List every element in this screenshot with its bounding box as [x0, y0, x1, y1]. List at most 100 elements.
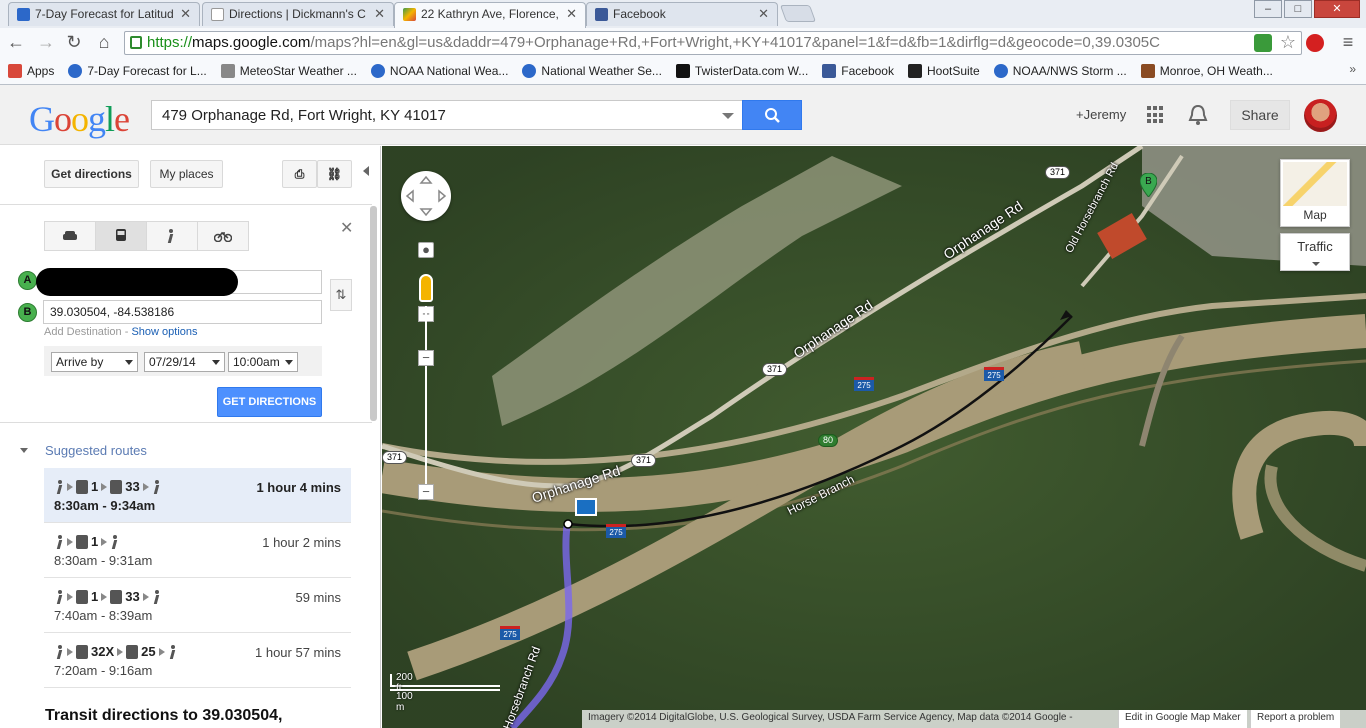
- destination-field[interactable]: 39.030504, -84.538186: [43, 300, 322, 324]
- marker-b-pin-icon[interactable]: B: [1140, 173, 1157, 197]
- bookmark-item[interactable]: National Weather Se...: [522, 64, 662, 78]
- minimize-button[interactable]: –: [1254, 0, 1282, 18]
- route-duration: 1 hour 4 mins: [256, 480, 341, 495]
- bookmark-label: National Weather Se...: [541, 64, 662, 78]
- adblock-icon[interactable]: [1306, 34, 1324, 52]
- route-option[interactable]: 1 1 hour 2 mins 8:30am - 9:31am: [44, 523, 351, 578]
- bookmarks-overflow-icon[interactable]: »: [1349, 62, 1356, 76]
- arrow-icon: [67, 592, 73, 601]
- bookmark-item[interactable]: HootSuite: [907, 64, 980, 78]
- route-option[interactable]: 1 33 1 hour 4 mins 8:30am - 9:34am: [44, 468, 351, 523]
- new-tab-button[interactable]: [779, 5, 817, 22]
- transit-mode-button[interactable]: [96, 222, 147, 250]
- home-icon[interactable]: ⌂: [92, 32, 116, 53]
- edit-map-maker-link[interactable]: Edit in Google Map Maker: [1118, 710, 1247, 728]
- bookmark-item[interactable]: Facebook: [822, 64, 894, 78]
- map-canvas[interactable]: ● + − − Map Traffic B Orphanage Rd Orpha…: [382, 146, 1366, 728]
- back-arrow-icon[interactable]: ←: [4, 32, 28, 53]
- weather-station-icon: [1140, 64, 1155, 78]
- facebook-icon: [595, 8, 608, 21]
- add-destination-link[interactable]: Add Destination: [44, 326, 122, 338]
- get-directions-button[interactable]: Get directions: [44, 160, 139, 188]
- link-button[interactable]: ⛓: [317, 160, 352, 188]
- close-icon[interactable]: ✕: [758, 6, 769, 22]
- route-option[interactable]: 32X 25 1 hour 57 mins 7:20am - 9:16am: [44, 633, 351, 688]
- menu-icon[interactable]: ≡: [1336, 32, 1360, 53]
- bookmark-item[interactable]: NOAA/NWS Storm ...: [993, 64, 1127, 78]
- close-icon[interactable]: ✕: [566, 6, 577, 22]
- driving-mode-button[interactable]: [45, 222, 96, 250]
- extension-icon[interactable]: [1254, 34, 1272, 52]
- walking-transit-marker-icon[interactable]: [575, 498, 597, 516]
- tab-title: 22 Kathryn Ave, Florence,: [421, 7, 559, 21]
- user-link[interactable]: +Jeremy: [1076, 107, 1126, 122]
- walking-mode-button[interactable]: [147, 222, 198, 250]
- tab-strip: 7-Day Forecast for Latitud ✕ Directions …: [8, 0, 1268, 28]
- apps-grid-icon[interactable]: [1147, 106, 1165, 124]
- route-steps: 1 33: [55, 479, 164, 494]
- traffic-button[interactable]: Traffic: [1280, 233, 1350, 271]
- search-button[interactable]: [742, 100, 802, 130]
- window-close-button[interactable]: ✕: [1314, 0, 1360, 18]
- zoom-slider[interactable]: [425, 306, 427, 496]
- target-location-button[interactable]: ●: [418, 242, 434, 258]
- scale-meters: 100 m: [396, 691, 413, 713]
- maximize-button[interactable]: □: [1284, 0, 1312, 18]
- bookmark-item[interactable]: Monroe, OH Weath...: [1140, 64, 1273, 78]
- close-icon[interactable]: ✕: [374, 6, 385, 22]
- browser-tab[interactable]: 7-Day Forecast for Latitud ✕: [8, 2, 200, 26]
- report-problem-link[interactable]: Report a problem: [1250, 710, 1341, 728]
- avatar[interactable]: [1304, 99, 1337, 132]
- route-option[interactable]: 1 33 59 mins 7:40am - 8:39am: [44, 578, 351, 633]
- browser-tab-active[interactable]: 22 Kathryn Ave, Florence, ✕: [394, 2, 586, 28]
- forward-arrow-icon[interactable]: →: [34, 32, 58, 53]
- bookmark-item[interactable]: NOAA National Wea...: [370, 64, 508, 78]
- date-select[interactable]: 07/29/14: [144, 352, 225, 372]
- map-view-toggle[interactable]: Map: [1280, 159, 1350, 227]
- swap-directions-button[interactable]: ⇅: [330, 279, 352, 311]
- zoom-out-button[interactable]: −: [418, 484, 434, 500]
- browser-tab[interactable]: Directions | Dickmann's C ✕: [202, 2, 394, 26]
- google-logo[interactable]: Google: [29, 98, 130, 140]
- transit-directions-title: Transit directions to 39.030504,: [45, 707, 283, 724]
- collapse-triangle-icon[interactable]: [20, 448, 28, 453]
- pan-control[interactable]: [401, 171, 451, 221]
- hootsuite-icon: [907, 64, 922, 78]
- close-icon[interactable]: ✕: [340, 218, 353, 238]
- tab-favicon-icon: [17, 8, 30, 21]
- dropdown-arrow-icon[interactable]: [722, 113, 734, 119]
- map-toggle-label: Map: [1303, 208, 1327, 222]
- route-times: 8:30am - 9:31am: [54, 553, 153, 568]
- show-options-link[interactable]: Show options: [131, 326, 197, 338]
- walk-icon: [55, 589, 64, 604]
- collapse-panel-icon[interactable]: [363, 166, 369, 176]
- address-bar[interactable]: https://maps.google.com/maps?hl=en&gl=us…: [124, 31, 1302, 55]
- svg-text:B: B: [1145, 176, 1152, 187]
- street-view-pegman-icon[interactable]: [419, 274, 433, 302]
- time-select[interactable]: 10:00am: [228, 352, 298, 372]
- suggested-routes-heading[interactable]: Suggested routes: [45, 443, 147, 458]
- arrive-by-select[interactable]: Arrive by: [51, 352, 138, 372]
- get-directions-submit-button[interactable]: GET DIRECTIONS: [217, 387, 322, 417]
- arrow-icon: [117, 647, 124, 656]
- panel-scrollbar[interactable]: [370, 206, 377, 421]
- bookmark-item[interactable]: TwisterData.com W...: [675, 64, 809, 78]
- zoom-level-handle[interactable]: −: [418, 350, 434, 366]
- bookmark-apps[interactable]: Apps: [8, 64, 54, 78]
- bookmark-label: TwisterData.com W...: [694, 64, 809, 78]
- print-button[interactable]: ⎙: [282, 160, 317, 188]
- my-places-button[interactable]: My places: [150, 160, 223, 188]
- bookmark-item[interactable]: 7-Day Forecast for L...: [68, 64, 207, 78]
- search-input[interactable]: 479 Orphanage Rd, Fort Wright, KY 41017: [151, 100, 743, 130]
- cycling-mode-button[interactable]: [198, 222, 248, 250]
- browser-tab[interactable]: Facebook ✕: [586, 2, 778, 26]
- close-icon[interactable]: ✕: [180, 6, 191, 22]
- bookmark-item[interactable]: MeteoStar Weather ...: [220, 64, 357, 78]
- notifications-bell-icon[interactable]: [1188, 104, 1208, 129]
- route-shield: 371: [631, 454, 657, 467]
- share-button[interactable]: Share: [1230, 100, 1290, 130]
- arrow-icon: [101, 482, 108, 491]
- reload-icon[interactable]: ↻: [62, 32, 86, 53]
- divider: [0, 422, 372, 423]
- bookmark-star-icon[interactable]: ☆: [1276, 32, 1300, 53]
